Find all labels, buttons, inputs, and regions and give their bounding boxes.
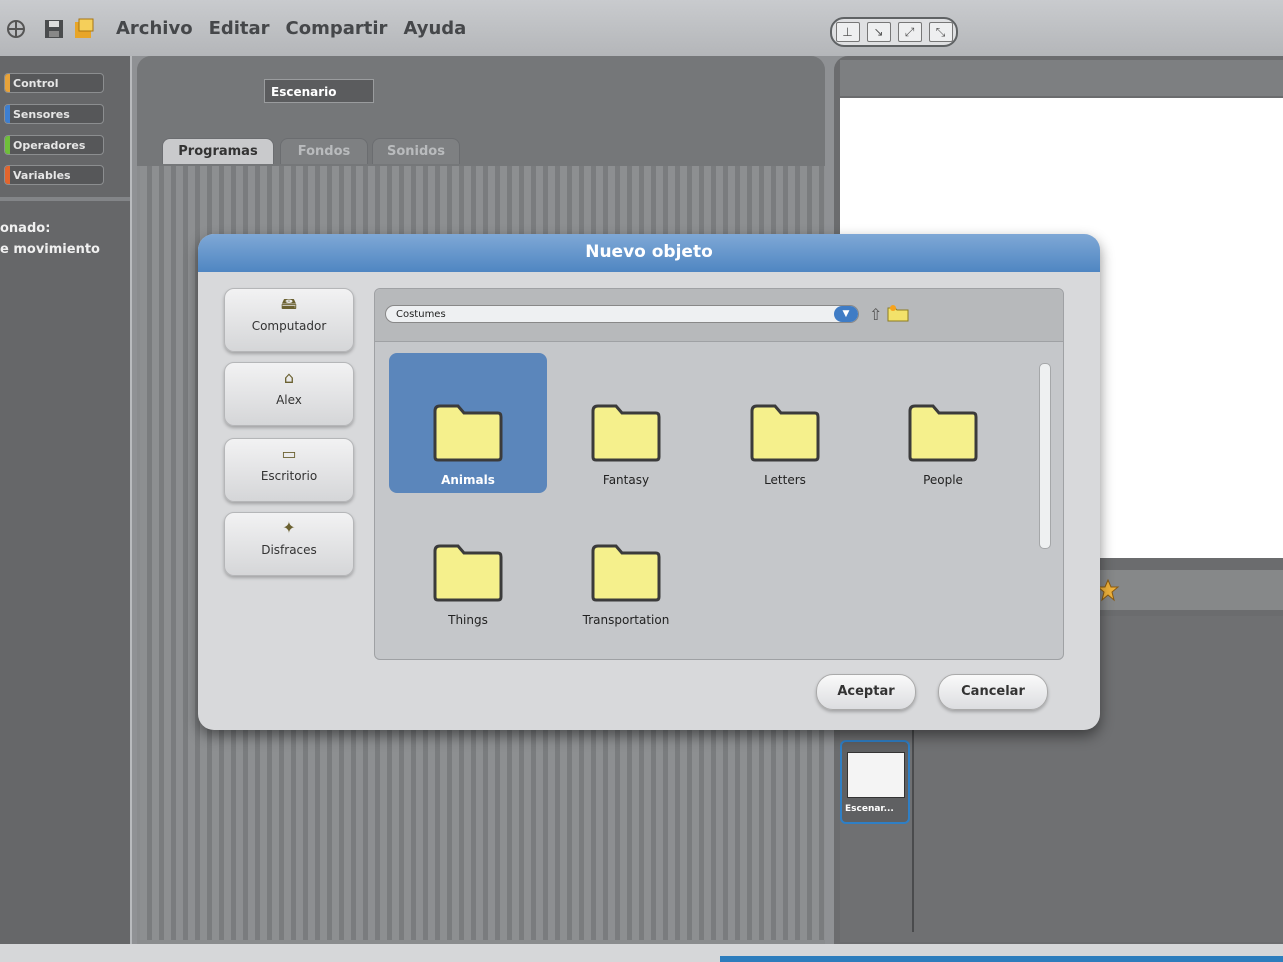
folder-item[interactable]: Transportation (547, 493, 705, 633)
taskbar-accent (720, 956, 1283, 962)
tab-fondos[interactable]: Fondos (280, 138, 368, 164)
cancel-button[interactable]: Cancelar (938, 674, 1048, 710)
folder-name: Transportation (582, 613, 670, 627)
category-label: Sensores (13, 108, 70, 121)
category-color-stripe (5, 105, 10, 123)
category-color-stripe (5, 74, 10, 92)
stage-thumbnail-image (847, 752, 905, 798)
menu-editar[interactable]: Editar (209, 18, 270, 39)
folder-name: People (923, 473, 963, 487)
globe-icon[interactable] (6, 18, 26, 40)
place-label: Alex (276, 393, 302, 407)
stage-thumbnail-label: Escenar... (845, 804, 894, 814)
tab-programas[interactable]: Programas (162, 138, 274, 164)
dialog-title: Nuevo objeto (198, 234, 1100, 272)
stage-header (840, 60, 1283, 96)
folder-name: Animals (441, 473, 495, 487)
fullscreen-icon[interactable]: ⤢ (897, 22, 922, 42)
folder-name: Things (448, 613, 488, 627)
home-icon: ⌂ (283, 368, 295, 387)
category-label: Variables (13, 169, 71, 182)
folder-icon (433, 404, 503, 462)
tab-sonidos[interactable]: Sonidos (372, 138, 460, 164)
folder-icon (908, 404, 978, 462)
accept-button[interactable]: Aceptar (816, 674, 916, 710)
folder-icon (591, 404, 661, 462)
palette-divider (0, 197, 130, 201)
edit-mode-icon[interactable]: ↘ (866, 22, 891, 42)
new-folder-icon[interactable] (887, 304, 909, 322)
folder-item[interactable]: People (864, 353, 1022, 493)
folder-icon (750, 404, 820, 462)
costumes-icon: ✦ (282, 518, 296, 537)
stage-thumbnail[interactable]: Escenar... (840, 740, 910, 824)
category-color-stripe (5, 166, 10, 184)
new-sprite-dialog: Nuevo objeto 🖴 Computador ⌂ Alex ▭ Escri… (198, 234, 1100, 730)
place-disfraces-button[interactable]: ✦ Disfraces (224, 512, 354, 576)
palette-text-1: onado: (0, 221, 51, 236)
share-icon[interactable] (74, 18, 94, 40)
place-label: Disfraces (261, 543, 317, 557)
folder-item[interactable]: Animals (389, 353, 547, 493)
path-dropdown[interactable]: Costumes ▼ (385, 305, 859, 323)
folder-icon (433, 544, 503, 602)
place-label: Computador (251, 319, 327, 333)
chevron-down-icon[interactable]: ▼ (834, 306, 858, 322)
save-icon[interactable] (44, 18, 64, 40)
main-menu: Archivo Editar Compartir Ayuda (116, 18, 466, 39)
menu-archivo[interactable]: Archivo (116, 18, 193, 39)
place-label: Escritorio (260, 469, 318, 483)
folder-item[interactable]: Letters (706, 353, 864, 493)
category-variables[interactable]: Variables (4, 165, 104, 185)
category-label: Operadores (13, 139, 86, 152)
menu-compartir[interactable]: Compartir (286, 18, 388, 39)
desktop-icon: ▭ (281, 444, 297, 463)
place-alex-button[interactable]: ⌂ Alex (224, 362, 354, 426)
category-label: Control (13, 77, 59, 90)
file-browser: Costumes ▼ ⇧ Animals Fantasy Letters Peo… (374, 288, 1064, 660)
category-operadores[interactable]: Operadores (4, 135, 104, 155)
folder-name: Letters (764, 473, 806, 487)
folder-item[interactable]: Things (389, 493, 547, 633)
place-escritorio-button[interactable]: ▭ Escritorio (224, 438, 354, 502)
sprite-name-field[interactable]: Escenario (264, 79, 374, 103)
path-bar: Costumes ▼ ⇧ (375, 289, 1063, 342)
vertical-scrollbar[interactable] (1039, 363, 1051, 549)
shrink-icon[interactable]: ⤡ (928, 22, 953, 42)
place-computador-button[interactable]: 🖴 Computador (224, 288, 354, 352)
category-sensores[interactable]: Sensores (4, 104, 104, 124)
category-control[interactable]: Control (4, 73, 104, 93)
stage-small-icon[interactable]: ⊥ (835, 22, 860, 42)
computer-icon: 🖴 (280, 294, 298, 313)
blocks-palette (0, 56, 132, 944)
menu-bar: Archivo Editar Compartir Ayuda ⊥ ↘ ⤢ ⤡ (0, 0, 1283, 56)
path-value: Costumes (396, 309, 446, 320)
view-mode-buttons: ⊥ ↘ ⤢ ⤡ (830, 17, 958, 47)
folder-name: Fantasy (602, 473, 650, 487)
folder-item[interactable]: Fantasy (547, 353, 705, 493)
folder-icon (591, 544, 661, 602)
up-folder-icon[interactable]: ⇧ (869, 305, 882, 324)
category-color-stripe (5, 136, 10, 154)
palette-text-2: e movimiento (0, 242, 100, 257)
menu-ayuda[interactable]: Ayuda (403, 18, 466, 39)
